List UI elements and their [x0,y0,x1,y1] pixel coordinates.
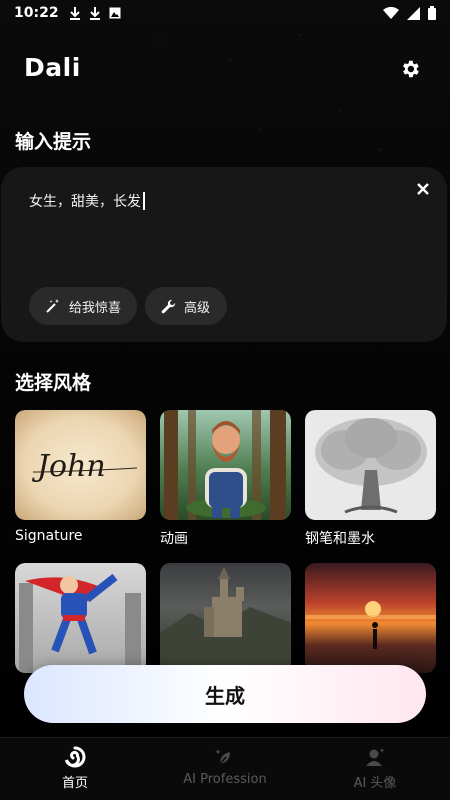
signal-icon [407,6,420,20]
notification-icons [69,6,121,20]
nav-item-home[interactable]: 首页 [0,738,150,800]
nav-item-ai-profession[interactable]: AI Profession [150,738,300,800]
signature-thumbnail: John [15,410,146,520]
style-label-pen-ink: 钢笔和墨水 [305,531,375,547]
photo-artwork [305,601,436,649]
download-icon [69,7,80,20]
avatar-sparkle-icon [366,748,385,766]
bottom-nav: 首页 AI Profession AI 头像 [0,737,450,800]
clear-button[interactable] [412,178,434,200]
pen-ink-thumbnail [305,410,436,520]
app-screen: 10:22 Dali 输入提示 女生，甜美，长发 给我惊喜 高级 选择风格 Jo… [0,0,450,800]
text-caret [143,192,145,210]
surprise-me-button[interactable]: 给我惊喜 [29,287,137,325]
advanced-button[interactable]: 高级 [145,287,227,325]
surprise-me-label: 给我惊喜 [69,300,122,316]
nav-label-ai-profession: AI Profession [183,772,267,787]
wrench-icon [161,299,176,313]
style-card-comic[interactable] [15,563,146,673]
style-label-animation: 动画 [160,531,188,547]
app-title: Dali [24,53,81,82]
download-icon [89,7,100,20]
style-label-signature: Signature [15,528,83,544]
wifi-icon [383,7,399,19]
style-card-animation[interactable] [160,410,291,520]
advanced-label: 高级 [184,300,211,316]
image-icon [109,7,121,19]
style-section-title: 选择风格 [15,372,92,394]
nav-label-ai-avatar: AI 头像 [353,776,397,791]
animation-artwork [164,410,286,520]
status-time: 10:22 [14,5,59,21]
home-swirl-icon [65,746,86,768]
battery-icon [428,6,436,20]
generate-button[interactable]: 生成 [24,665,426,723]
pen-ink-artwork [315,418,427,514]
animation-thumbnail [160,410,291,520]
status-bar: 10:22 [0,0,450,26]
prompt-input[interactable]: 女生，甜美，长发 [29,191,145,211]
system-icons [383,6,436,20]
close-icon [417,183,429,195]
prompt-input-value: 女生，甜美，长发 [29,194,141,210]
comic-thumbnail [15,563,146,673]
style-card-fantasy[interactable] [160,563,291,673]
style-card-signature[interactable]: John [15,410,146,520]
generate-button-label: 生成 [205,683,245,708]
fantasy-thumbnail [160,563,291,673]
nav-item-ai-avatar[interactable]: AI 头像 [300,738,450,800]
gear-icon [403,60,419,78]
nav-label-home: 首页 [61,776,88,791]
signature-text: John [31,449,106,484]
prompt-section-title: 输入提示 [15,131,92,153]
photo-thumbnail [305,563,436,673]
magic-wand-icon [46,299,59,313]
comic-artwork [19,573,141,673]
signature-artwork: John [31,449,138,484]
fantasy-artwork [160,567,291,673]
settings-button[interactable] [396,55,424,83]
style-card-pen-ink[interactable] [305,410,436,520]
style-card-photo[interactable] [305,563,436,673]
sparkle-leaf-icon [215,749,230,765]
